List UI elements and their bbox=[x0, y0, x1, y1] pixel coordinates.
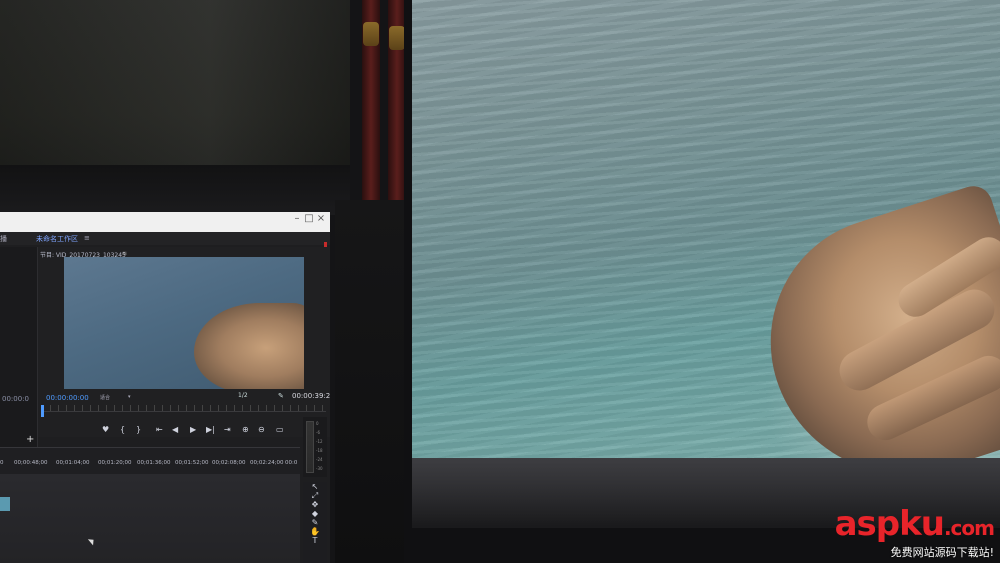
chevron-down-icon[interactable]: ▾ bbox=[128, 394, 131, 400]
program-monitor-panel: 节目: VID_20170723_103245 ≡ 00:00:00:00 适合… bbox=[38, 247, 330, 437]
export-frame-icon[interactable]: ▭ bbox=[276, 425, 284, 434]
duration-timecode: 00:00:39:24 bbox=[292, 392, 330, 400]
tools-panel: ↖ ⤢ ✥ ◆ ✎ ✋ T bbox=[303, 482, 327, 563]
meter-label: -30 bbox=[316, 466, 323, 471]
ruler-mark: 00;02:24;00 bbox=[250, 460, 284, 466]
watermark-subtitle: 免费网站源码下载站! bbox=[890, 546, 994, 559]
playback-resolution-select[interactable]: 1/2 bbox=[238, 392, 248, 399]
timeline-panel: 0 00;00:48;00 00;01:04;00 00;01:20;00 00… bbox=[0, 447, 300, 563]
current-timecode[interactable]: 00:00:00:00 bbox=[46, 394, 89, 402]
panel-menu-icon[interactable]: ≡ bbox=[122, 250, 127, 257]
playback-scrub-bar[interactable] bbox=[42, 405, 326, 412]
add-button[interactable]: + bbox=[26, 434, 34, 445]
video-clip[interactable] bbox=[0, 497, 10, 511]
wall-shading bbox=[0, 0, 350, 165]
type-tool-icon[interactable]: T bbox=[303, 536, 327, 545]
hand-tool-icon[interactable]: ✋ bbox=[303, 527, 327, 536]
go-to-out-icon[interactable]: ⇥ bbox=[224, 425, 231, 434]
timeline-tracks[interactable] bbox=[0, 474, 300, 563]
audio-meter-bar bbox=[306, 421, 314, 473]
pen-tool-icon[interactable]: ✎ bbox=[303, 518, 327, 527]
mark-out-icon[interactable]: } bbox=[136, 425, 141, 434]
rock-in-video bbox=[194, 303, 304, 389]
workspace-bar: 播 未命名工作区 ≡ bbox=[0, 232, 330, 245]
meter-label: -24 bbox=[316, 457, 323, 462]
left-monitor-bezel bbox=[0, 165, 350, 215]
meter-label: -18 bbox=[316, 448, 323, 453]
ruler-mark: 00;02:08;00 bbox=[212, 460, 246, 466]
workspace-tab-menu-icon[interactable]: ≡ bbox=[84, 234, 90, 242]
ruler-mark: 00;01:04;00 bbox=[56, 460, 90, 466]
track-select-tool-icon[interactable]: ⤢ bbox=[303, 491, 327, 500]
watermark-logo-suffix: .com bbox=[943, 516, 995, 540]
ruler-mark: 00:0 bbox=[285, 460, 298, 466]
audio-meter: 0 -6 -12 -18 -24 -30 bbox=[303, 417, 327, 477]
right-monitor-screen bbox=[412, 0, 1000, 458]
menu-item[interactable]: 播 bbox=[0, 234, 7, 244]
play-icon[interactable]: ▶ bbox=[190, 425, 196, 434]
extract-icon[interactable]: ⊖ bbox=[258, 425, 265, 434]
transport-controls: ♥ { } ⇤ ◀ ▶ ▶| ⇥ ⊕ ⊖ ▭ bbox=[98, 425, 298, 437]
site-watermark: aspku.com 免费网站源码下载站! bbox=[819, 504, 995, 559]
watermark-logo-text: aspku bbox=[834, 504, 945, 544]
maximize-icon[interactable]: □ bbox=[304, 214, 314, 224]
ruler-mark: 00;01:36;00 bbox=[137, 460, 171, 466]
settings-wrench-icon[interactable]: ✎ bbox=[278, 392, 284, 400]
minimize-icon[interactable]: – bbox=[292, 214, 302, 224]
go-to-in-icon[interactable]: ⇤ bbox=[156, 425, 163, 434]
add-marker-icon[interactable]: ♥ bbox=[102, 425, 109, 434]
step-forward-icon[interactable]: ▶| bbox=[206, 425, 215, 434]
meter-label: -6 bbox=[316, 430, 320, 435]
zoom-fit-select[interactable]: 适合 bbox=[100, 394, 110, 401]
close-icon[interactable]: × bbox=[316, 214, 326, 224]
program-video-frame bbox=[64, 257, 304, 389]
watermark-logo: aspku.com bbox=[834, 504, 995, 548]
tassel-knot bbox=[389, 26, 405, 50]
razor-tool-icon[interactable]: ◆ bbox=[303, 509, 327, 518]
timeline-ruler[interactable]: 0 00;00:48;00 00;01:04;00 00;01:20;00 00… bbox=[0, 456, 300, 470]
step-back-icon[interactable]: ◀ bbox=[172, 425, 178, 434]
ruler-mark: 00;01:20;00 bbox=[98, 460, 132, 466]
playhead-handle[interactable] bbox=[41, 405, 44, 417]
ruler-mark: 00;00:48;00 bbox=[14, 460, 48, 466]
meter-label: -12 bbox=[316, 439, 323, 444]
window-titlebar: – □ × bbox=[0, 212, 330, 232]
monitor-gap bbox=[335, 200, 410, 563]
timeline-left-timecode: 0 bbox=[0, 460, 4, 466]
left-laptop-screen: – □ × 播 未命名工作区 ≡ 00:00:0 节目: VID_2017072… bbox=[0, 212, 330, 563]
ripple-tool-icon[interactable]: ✥ bbox=[303, 500, 327, 509]
mark-in-icon[interactable]: { bbox=[120, 425, 125, 434]
workspace-tab[interactable]: 未命名工作区 bbox=[36, 234, 78, 244]
selection-tool-icon[interactable]: ↖ bbox=[303, 482, 327, 491]
lift-icon[interactable]: ⊕ bbox=[242, 425, 249, 434]
source-timecode: 00:00:0 bbox=[2, 395, 29, 403]
meter-label: 0 bbox=[316, 421, 319, 426]
source-panel bbox=[0, 247, 38, 447]
ruler-mark: 00;01:52;00 bbox=[175, 460, 209, 466]
tassel-knot bbox=[363, 22, 379, 46]
